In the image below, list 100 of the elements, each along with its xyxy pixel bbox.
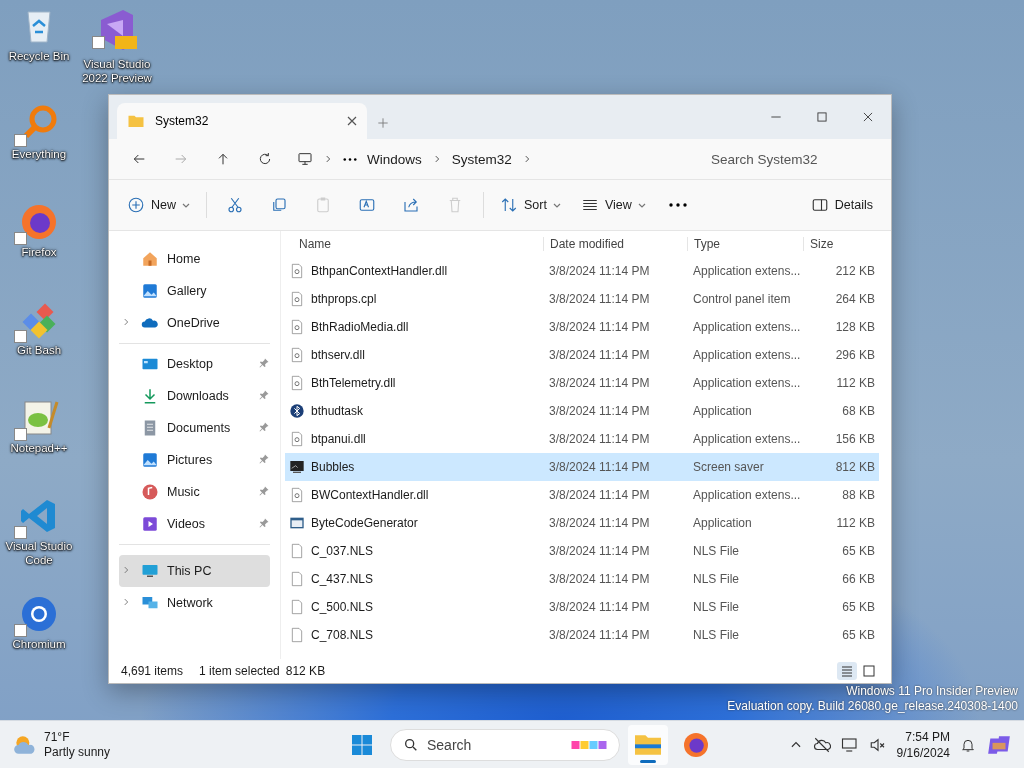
details-view-button[interactable] — [837, 662, 857, 680]
file-row[interactable]: BWContextHandler.dll 3/8/2024 11:14 PM Application extens... 88 KB — [285, 481, 879, 509]
sidebar-item[interactable]: Documents — [119, 412, 270, 444]
type-cell-text: Application extens... — [692, 348, 802, 362]
file-name: btpanui.dll — [311, 432, 366, 446]
type-cell-text: NLS File — [692, 628, 740, 642]
size-cell-text: 65 KB — [841, 544, 875, 558]
type-cell-text: Application extens... — [692, 488, 802, 502]
view-button[interactable]: View — [572, 188, 654, 222]
file-name: C_500.NLS — [311, 600, 374, 614]
sidebar-item[interactable]: Gallery — [119, 275, 270, 307]
date-cell-text: 3/8/2024 11:14 PM — [548, 264, 651, 278]
file-row[interactable]: C_708.NLS 3/8/2024 11:14 PM NLS File 65 KB — [285, 621, 879, 649]
file-row[interactable]: ByteCodeGenerator 3/8/2024 11:14 PM Application 112 KB — [285, 509, 879, 537]
sort-button[interactable]: Sort — [492, 188, 569, 222]
sidebar-item[interactable]: Pictures — [119, 444, 270, 476]
sidebar-item[interactable]: Music — [119, 476, 270, 508]
file-icon — [289, 627, 305, 643]
file-row[interactable]: C_037.NLS 3/8/2024 11:14 PM NLS File 65 KB — [285, 537, 879, 565]
size-cell-text: 264 KB — [834, 292, 875, 306]
breadcrumb-link[interactable]: Windows — [367, 151, 422, 167]
file-row[interactable]: bthserv.dll 3/8/2024 11:14 PM Application extens... 296 KB — [285, 341, 879, 369]
breadcrumb-link[interactable]: System32 — [451, 151, 512, 167]
clock-time[interactable]: 7:54 PM — [905, 728, 950, 745]
sidebar-item[interactable]: Desktop — [119, 348, 270, 380]
chevron-icon — [121, 317, 131, 327]
file-row[interactable]: BthTelemetry.dll 3/8/2024 11:14 PM Application extens... 112 KB — [285, 369, 879, 397]
date-cell-text: 3/8/2024 11:14 PM — [548, 404, 651, 418]
date-cell-text: 3/8/2024 11:14 PM — [548, 292, 651, 306]
file-row[interactable]: C_437.NLS 3/8/2024 11:14 PM NLS File 66 KB — [285, 565, 879, 593]
home-icon — [141, 250, 159, 268]
sidebar-item[interactable]: Home — [119, 243, 270, 275]
sidebar-item[interactable]: OneDrive — [119, 307, 270, 339]
sidebar-item[interactable]: This PC — [119, 555, 270, 587]
gear-file-icon — [289, 291, 305, 307]
file-row[interactable]: bthudtask 3/8/2024 11:14 PM Application 68 KB — [285, 397, 879, 425]
date-cell-text: 3/8/2024 11:14 PM — [548, 320, 651, 334]
sort-arrows-icon — [500, 196, 518, 214]
new-button[interactable]: New — [119, 188, 198, 222]
file-row[interactable]: C_500.NLS 3/8/2024 11:14 PM NLS File 65 KB — [285, 593, 879, 621]
details-button[interactable]: Details — [802, 188, 881, 222]
taskbar-app-button[interactable] — [628, 724, 668, 765]
cloud-off-icon — [812, 735, 831, 754]
size-cell-text: 212 KB — [834, 264, 875, 278]
weather-condition[interactable]: Partly sunny — [44, 744, 111, 760]
gear-file-icon — [289, 431, 305, 447]
pin-icon — [258, 517, 270, 529]
square-icon — [863, 665, 875, 677]
search-icon — [403, 736, 419, 753]
column-header[interactable]: Date modified — [543, 237, 687, 251]
type-cell-text: NLS File — [692, 600, 740, 614]
temperature[interactable]: 71°F — [44, 729, 111, 745]
pin-icon — [258, 421, 270, 433]
windows-start-icon — [350, 732, 374, 757]
size-cell-text: 66 KB — [841, 572, 875, 586]
refresh-icon — [257, 151, 273, 167]
file-name: bthserv.dll — [311, 348, 365, 362]
maximize-icon — [815, 110, 829, 124]
monitor-icon — [840, 735, 859, 754]
file-row[interactable]: BthpanContextHandler.dll 3/8/2024 11:14 PM Application extens... 212 KB — [285, 257, 879, 285]
file-row[interactable]: btpanui.dll 3/8/2024 11:14 PM Application extens... 156 KB — [285, 425, 879, 453]
clock-date[interactable]: 9/16/2024 — [896, 744, 950, 761]
folder-icon — [635, 734, 661, 755]
file-name: BthRadioMedia.dll — [311, 320, 409, 334]
file-row[interactable]: bthprops.cpl 3/8/2024 11:14 PM Control panel item 264 KB — [285, 285, 879, 313]
window-tab[interactable]: System32 — [117, 103, 367, 139]
watermark-text: Evaluation copy. Build 26080.ge_release.240308-1400 — [727, 699, 1018, 714]
column-header[interactable]: Name — [285, 237, 543, 251]
file-name: BWContextHandler.dll — [311, 488, 429, 502]
date-cell-text: 3/8/2024 11:14 PM — [548, 600, 651, 614]
monitor-icon — [297, 151, 313, 167]
date-cell-text: 3/8/2024 11:14 PM — [548, 516, 651, 530]
chevron-icon — [121, 597, 131, 607]
date-cell-text: 3/8/2024 11:14 PM — [548, 572, 651, 586]
taskbar-search-field[interactable]: Search — [390, 728, 620, 761]
date-cell-text: 3/8/2024 11:14 PM — [548, 460, 651, 474]
chevron-icon — [323, 154, 333, 164]
bunting-icon — [571, 740, 607, 749]
file-row[interactable]: Bubbles 3/8/2024 11:14 PM Screen saver 812 KB — [285, 453, 879, 481]
close-icon — [861, 110, 875, 124]
gear-file-icon — [289, 319, 305, 335]
sidebar-item[interactable]: Videos — [119, 508, 270, 540]
plus-circle-icon — [127, 196, 145, 214]
size-cell-text: 112 KB — [835, 376, 875, 390]
size-cell-text: 812 KB — [834, 460, 875, 474]
file-name: bthudtask — [311, 404, 364, 418]
column-header[interactable]: Size — [803, 237, 875, 251]
sidebar-item[interactable]: Network — [119, 587, 270, 619]
sidebar-item[interactable]: Downloads — [119, 380, 270, 412]
size-cell-text: 88 KB — [841, 488, 875, 502]
caret-icon — [637, 201, 646, 209]
picture-icon — [141, 282, 159, 300]
column-header[interactable]: Type — [687, 237, 803, 251]
date-cell-text: 3/8/2024 11:14 PM — [548, 432, 651, 446]
list-lines-icon — [841, 665, 853, 677]
file-name: ByteCodeGenerator — [311, 516, 418, 530]
size-cell-text: 112 KB — [835, 516, 875, 530]
date-cell-text: 3/8/2024 11:14 PM — [548, 488, 651, 502]
file-row[interactable]: BthRadioMedia.dll 3/8/2024 11:14 PM Application extens... 128 KB — [285, 313, 879, 341]
date-cell-text: 3/8/2024 11:14 PM — [548, 348, 651, 362]
